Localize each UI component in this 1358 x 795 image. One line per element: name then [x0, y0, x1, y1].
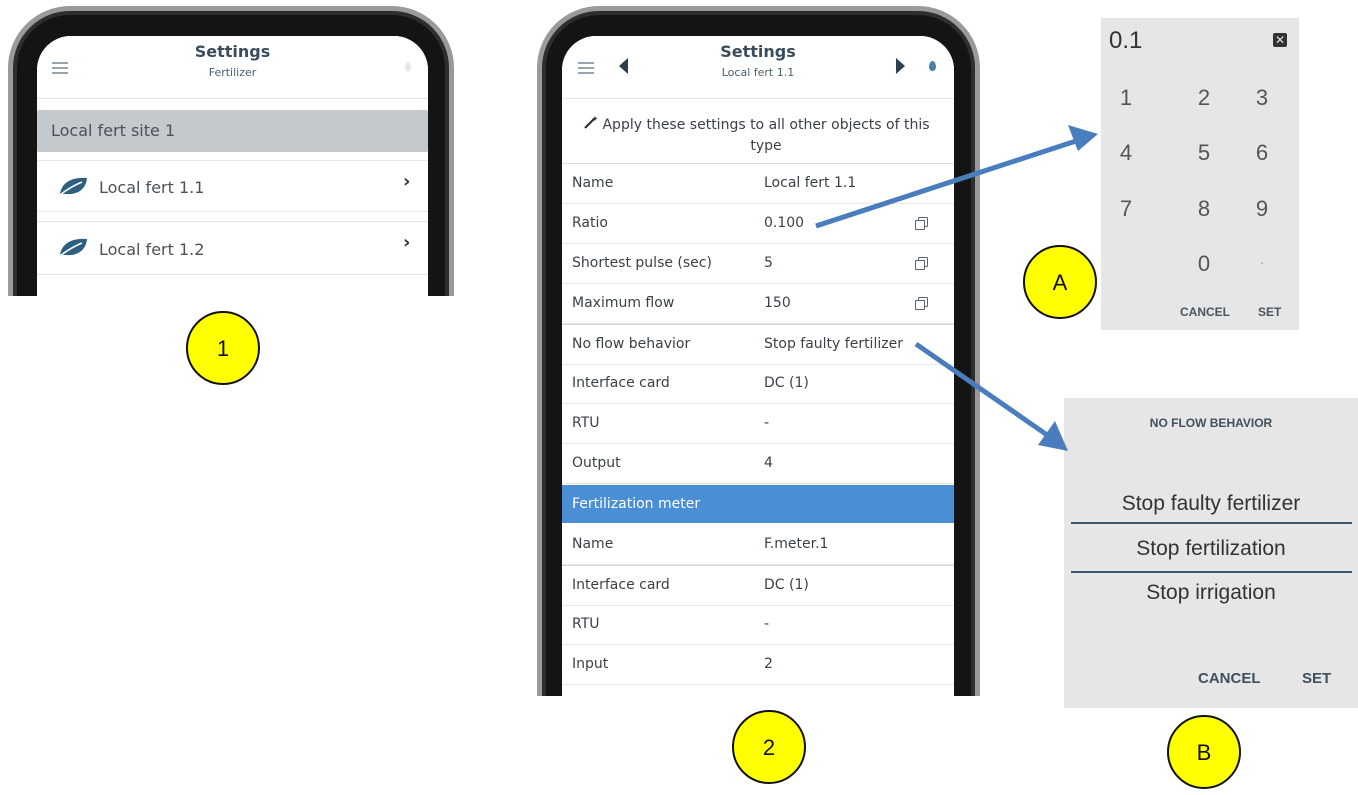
callout-badge-b: B	[1167, 715, 1241, 789]
arrow-to-picker	[914, 341, 1068, 451]
callout-badge-1: 1	[186, 311, 260, 385]
arrow-to-keypad	[815, 125, 1098, 229]
annotation-arrows	[815, 125, 1098, 451]
callout-badge-a: A	[1023, 245, 1097, 319]
callout-badge-2: 2	[732, 710, 806, 784]
